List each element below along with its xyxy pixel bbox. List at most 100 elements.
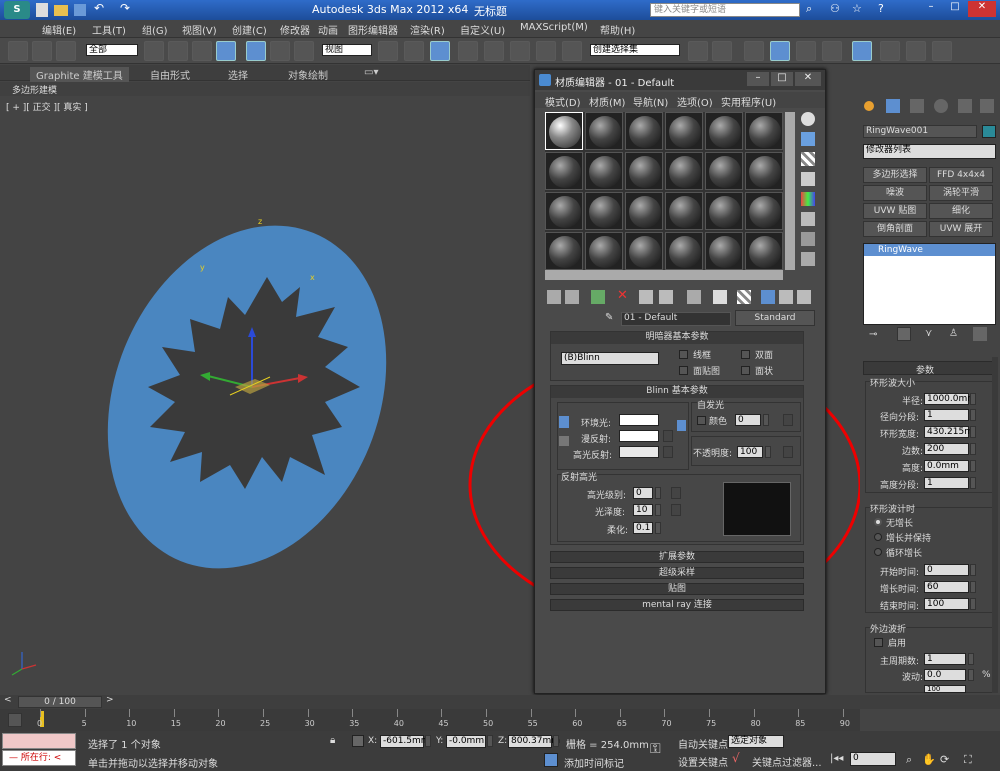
material-slot[interactable] [665, 192, 703, 230]
tab-freeform[interactable]: 自由形式 [150, 67, 190, 82]
opacity-map-button[interactable] [783, 446, 793, 458]
material-editor-icon[interactable] [852, 41, 872, 61]
rect-selection-icon[interactable] [192, 41, 212, 61]
show-end-result-toggle-icon[interactable] [897, 327, 911, 341]
polygon-modeling-label[interactable]: 多边形建模 [12, 83, 57, 96]
sides-spinner[interactable] [970, 443, 976, 455]
tab-object-paint[interactable]: 对象绘制 [288, 67, 328, 82]
spec-level-map-button[interactable] [671, 487, 681, 499]
me-menu-utilities[interactable]: 实用程序(U) [721, 94, 776, 109]
make-unique-stack-icon[interactable]: ⋎ [925, 328, 932, 339]
me-menu-mode[interactable]: 模式(D) [545, 94, 581, 109]
gloss-map-button[interactable] [671, 504, 681, 516]
shader-rollout-header[interactable]: 明暗器基本参数 [551, 332, 803, 344]
menu-item-8[interactable]: 渲染(R) [410, 22, 445, 37]
dialog-maximize-button[interactable]: □ [771, 72, 793, 86]
graphite-toggle-icon[interactable] [770, 41, 790, 61]
pan-view-icon[interactable]: ✋ [922, 753, 936, 766]
slots-vertical-scrollbar[interactable] [785, 112, 795, 270]
menu-item-9[interactable]: 自定义(U) [460, 22, 505, 37]
window-crossing-icon[interactable] [216, 41, 236, 61]
blinn-rollout-header[interactable]: Blinn 基本参数 [551, 386, 803, 398]
go-forward-sibling-icon[interactable] [797, 290, 811, 304]
lock-diffuse-specular-icon[interactable] [559, 436, 569, 446]
radius-spinner[interactable] [970, 393, 976, 405]
object-name-field[interactable]: RingWave001 [863, 125, 977, 138]
mod-poly-select-button[interactable]: 多边形选择 [863, 167, 927, 183]
layer-manager-icon[interactable] [744, 41, 764, 61]
z-coord-spinner[interactable] [553, 735, 559, 747]
key-selection-dropdown[interactable]: 选定对象 [728, 735, 784, 748]
search-input[interactable]: 键入关键字或短语 [650, 3, 800, 17]
radial-segs-value[interactable]: 1 [924, 409, 969, 421]
set-key-icon[interactable]: ⚿ [650, 741, 661, 757]
mod-uvw-map-button[interactable]: UVW 贴图 [863, 203, 927, 219]
dialog-close-button[interactable]: ✕ [795, 72, 821, 86]
minimize-button[interactable]: – [920, 1, 942, 17]
y-coord-field[interactable]: -0.0mm [446, 735, 486, 748]
me-menu-navigation[interactable]: 导航(N) [633, 94, 668, 109]
key-filters-button[interactable]: 关键点过滤器... [752, 754, 822, 769]
material-slot[interactable] [545, 152, 583, 190]
time-slider-handle[interactable]: 0 / 100 [18, 696, 102, 708]
menu-item-2[interactable]: 组(G) [142, 22, 168, 37]
two-sided-checkbox[interactable] [741, 350, 750, 359]
lock-ambient-diffuse-icon[interactable] [559, 416, 569, 428]
enable-checkbox[interactable] [874, 638, 883, 647]
utilities-tab-icon[interactable] [980, 99, 994, 113]
select-and-rotate-icon[interactable] [270, 41, 290, 61]
material-slot[interactable] [705, 112, 743, 150]
menu-item-3[interactable]: 视图(V) [182, 22, 217, 37]
configure-sets-icon[interactable] [973, 327, 987, 341]
ring-width-spinner[interactable] [970, 426, 976, 438]
background-icon[interactable] [801, 152, 815, 166]
maxscript-listener[interactable] [2, 733, 76, 749]
params-rollout-header[interactable]: 参数 [863, 361, 996, 376]
material-slot[interactable] [745, 112, 783, 150]
opacity-value[interactable]: 100 [737, 446, 763, 458]
rollout-supersampling[interactable]: 超级采样 [550, 567, 804, 579]
select-by-material-icon[interactable] [801, 252, 815, 266]
modify-tab-icon[interactable] [886, 99, 900, 113]
opacity-spinner[interactable] [765, 446, 771, 458]
material-name-field[interactable]: 01 - Default [621, 312, 731, 326]
spec-level-value[interactable]: 0 [633, 487, 653, 499]
self-illum-value[interactable]: 0 [735, 414, 761, 426]
copy-material-icon[interactable] [639, 290, 653, 304]
ring-width-value[interactable]: 430.215m [924, 426, 973, 438]
self-illum-spinner[interactable] [763, 414, 769, 426]
ribbon-options-icon[interactable]: ▭▾ [364, 67, 378, 78]
material-slot[interactable] [625, 192, 663, 230]
mod-unwrap-uvw-button[interactable]: UVW 展开 [929, 221, 993, 237]
unlink-icon[interactable] [32, 41, 52, 61]
material-effects-icon[interactable] [713, 290, 727, 304]
faceted-checkbox[interactable] [741, 366, 750, 375]
material-slot[interactable] [545, 232, 583, 270]
material-slot[interactable] [745, 232, 783, 270]
specular-map-button[interactable] [663, 446, 673, 458]
select-and-move-icon[interactable] [246, 41, 266, 61]
rollout-mental-ray[interactable]: mental ray 连接 [550, 599, 804, 611]
spec-level-spinner[interactable] [655, 487, 661, 499]
gloss-value[interactable]: 10 [633, 504, 653, 516]
get-material-icon[interactable] [547, 290, 561, 304]
z-coord-field[interactable]: 800.37mm [508, 735, 560, 748]
material-slot[interactable] [585, 152, 623, 190]
modifier-list-dropdown[interactable]: 修改器列表 [863, 144, 996, 159]
backlight-icon[interactable] [801, 132, 815, 146]
major-cycles-spinner[interactable] [968, 653, 974, 665]
material-slot[interactable] [545, 192, 583, 230]
select-object-icon[interactable] [144, 41, 164, 61]
wire-checkbox[interactable] [679, 350, 688, 359]
rollout-extended-params[interactable]: 扩展参数 [550, 551, 804, 563]
select-and-scale-icon[interactable] [294, 41, 314, 61]
material-slot[interactable] [705, 232, 743, 270]
menu-item-5[interactable]: 修改器 [280, 22, 310, 37]
track-bar-menu-icon[interactable] [8, 713, 22, 727]
radius-value[interactable]: 1000.0mm [924, 393, 976, 405]
material-slot[interactable] [585, 112, 623, 150]
render-setup-icon[interactable] [880, 41, 900, 61]
angle-snap-icon[interactable] [484, 41, 504, 61]
wave-spinner[interactable] [968, 669, 974, 681]
me-menu-material[interactable]: 材质(M) [589, 94, 625, 109]
